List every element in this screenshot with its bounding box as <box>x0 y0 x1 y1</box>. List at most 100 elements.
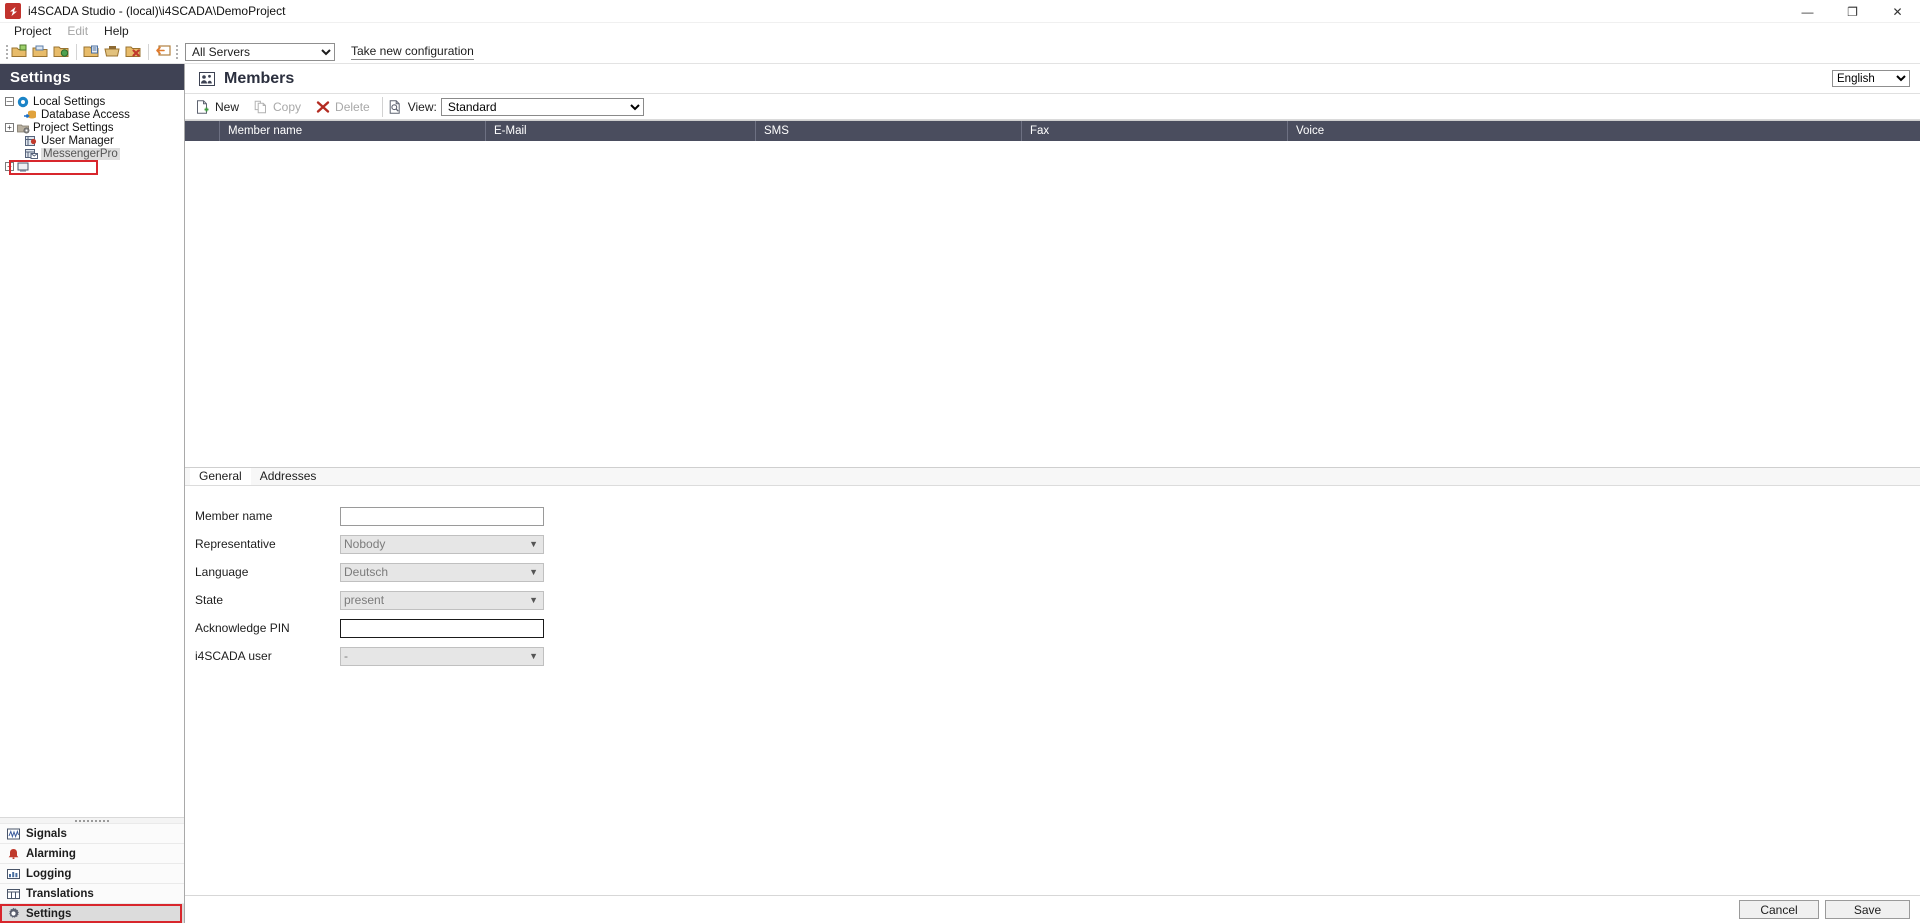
messengerpro-icon <box>24 148 38 160</box>
sidebar-nav: Signals Alarming Logging Translations Se… <box>0 823 184 923</box>
grid-header-row: Member name E-Mail SMS Fax Voice <box>185 121 1920 141</box>
expand-icon-2[interactable]: + <box>5 162 14 171</box>
toolbar-separator <box>76 43 77 60</box>
tree-item-server[interactable]: + <box>0 160 184 173</box>
new-button[interactable]: New <box>191 96 249 118</box>
title-bar: i4SCADA Studio - (local)\i4SCADA\DemoPro… <box>0 0 1920 23</box>
tab-general[interactable]: General <box>190 468 251 485</box>
language-field-select[interactable]: Deutsch ▼ <box>340 562 544 582</box>
grid-header-member-name[interactable]: Member name <box>220 121 486 141</box>
tree-item-database-access[interactable]: Database Access <box>0 108 184 121</box>
i4scada-user-label: i4SCADA user <box>195 649 272 663</box>
take-new-configuration-button[interactable]: Take new configuration <box>351 44 474 60</box>
grid-header-sms[interactable]: SMS <box>756 121 1022 141</box>
acknowledge-pin-input[interactable] <box>340 618 544 638</box>
members-grid: Member name E-Mail SMS Fax Voice <box>185 120 1920 468</box>
import-icon[interactable] <box>81 42 102 62</box>
sidebar-item-label: Settings <box>26 907 72 920</box>
detail-tabstrip: General Addresses <box>185 468 1920 486</box>
language-select[interactable]: English <box>1832 70 1910 87</box>
toolbar-grip-2[interactable] <box>174 44 179 60</box>
sidebar-item-signals[interactable]: Signals <box>0 823 184 843</box>
chevron-down-icon: ▼ <box>529 539 538 549</box>
form-row-member-name: Member name <box>195 502 1920 530</box>
sidebar-item-label: Logging <box>26 867 72 880</box>
settings-tree: ─ Local Settings Database Access + Proje… <box>0 90 184 817</box>
tree-item-user-manager[interactable]: User Manager <box>0 134 184 147</box>
grid-header-voice[interactable]: Voice <box>1288 121 1920 141</box>
alarming-icon <box>6 847 21 861</box>
state-label: State <box>195 593 224 607</box>
menu-item-edit: Edit <box>67 24 89 38</box>
language-value: Deutsch <box>344 565 389 579</box>
sidebar-item-logging[interactable]: Logging <box>0 863 184 883</box>
toolbar: All Servers Take new configuration <box>0 40 1920 64</box>
minimize-button[interactable]: — <box>1785 0 1830 23</box>
state-select[interactable]: present ▼ <box>340 590 544 610</box>
i4scada-user-value: - <box>344 649 348 663</box>
sidebar-item-translations[interactable]: Translations <box>0 883 184 903</box>
form-row-acknowledge-pin: Acknowledge PIN <box>195 614 1920 642</box>
view-label: View: <box>407 99 437 114</box>
i4scada-user-select[interactable]: - ▼ <box>340 646 544 666</box>
copy-button-label: Copy <box>273 99 302 114</box>
tree-item-local-settings[interactable]: ─ Local Settings <box>0 95 184 108</box>
delete-project-icon[interactable] <box>123 42 144 62</box>
undo-icon[interactable] <box>153 42 174 62</box>
save-button[interactable]: Save <box>1825 900 1910 919</box>
view-select[interactable]: Standard <box>440 97 644 116</box>
tree-label: Local Settings <box>33 95 106 108</box>
form-row-language: Language Deutsch ▼ <box>195 558 1920 586</box>
translations-icon <box>6 887 21 901</box>
delete-x-icon <box>314 99 331 114</box>
database-access-icon <box>24 109 38 121</box>
page-title: Members <box>224 69 295 87</box>
user-manager-icon <box>24 135 38 147</box>
save-project-icon[interactable] <box>51 42 72 62</box>
language-label: Language <box>195 565 249 579</box>
signals-icon <box>6 827 21 841</box>
tree-item-project-settings[interactable]: + Project Settings <box>0 121 184 134</box>
open-project-icon[interactable] <box>30 42 51 62</box>
menu-item-help[interactable]: Help <box>96 23 137 40</box>
main-panel: Members English New Copy Delete View: St… <box>185 64 1920 923</box>
representative-value: Nobody <box>344 537 386 551</box>
grid-header-fax[interactable]: Fax <box>1022 121 1288 141</box>
collapse-icon[interactable]: ─ <box>5 97 14 106</box>
project-settings-icon <box>16 122 30 134</box>
new-page-icon <box>194 99 211 114</box>
sidebar-item-settings[interactable]: Settings <box>0 903 184 923</box>
grid-header-email[interactable]: E-Mail <box>486 121 756 141</box>
state-value: present <box>344 593 385 607</box>
grid-body[interactable] <box>185 141 1920 468</box>
export-icon[interactable] <box>102 42 123 62</box>
member-form: Member name Representative Nobody ▼ Lang… <box>185 486 1920 895</box>
action-separator <box>381 96 383 117</box>
action-bar: New Copy Delete View: Standard <box>185 94 1920 120</box>
menu-item-project[interactable]: Project <box>6 23 59 40</box>
cancel-button[interactable]: Cancel <box>1739 900 1819 919</box>
copy-page-icon <box>252 99 269 114</box>
sidebar-item-label: Translations <box>26 887 94 900</box>
delete-button: Delete <box>311 96 380 118</box>
sidebar-item-label: Alarming <box>26 847 76 860</box>
server-select[interactable]: All Servers <box>185 42 335 61</box>
sidebar-item-alarming[interactable]: Alarming <box>0 843 184 863</box>
expand-icon[interactable]: + <box>5 123 14 132</box>
form-footer: Cancel Save <box>185 895 1920 923</box>
tab-addresses[interactable]: Addresses <box>251 468 326 485</box>
acknowledge-pin-label: Acknowledge PIN <box>195 621 290 635</box>
close-button[interactable]: ✕ <box>1875 0 1920 23</box>
chevron-down-icon: ▼ <box>529 595 538 605</box>
member-name-input[interactable] <box>340 506 544 526</box>
sidebar: Settings ─ Local Settings Database Acces… <box>0 64 185 923</box>
representative-select[interactable]: Nobody ▼ <box>340 534 544 554</box>
copy-button: Copy <box>249 96 311 118</box>
representative-label: Representative <box>195 537 276 551</box>
form-row-i4scada-user: i4SCADA user - ▼ <box>195 642 1920 670</box>
logging-icon <box>6 867 21 881</box>
maximize-button[interactable]: ❐ <box>1830 0 1875 23</box>
new-project-icon[interactable] <box>9 42 30 62</box>
view-page-icon <box>387 99 404 114</box>
tree-item-messengerpro[interactable]: MessengerPro <box>0 147 184 160</box>
